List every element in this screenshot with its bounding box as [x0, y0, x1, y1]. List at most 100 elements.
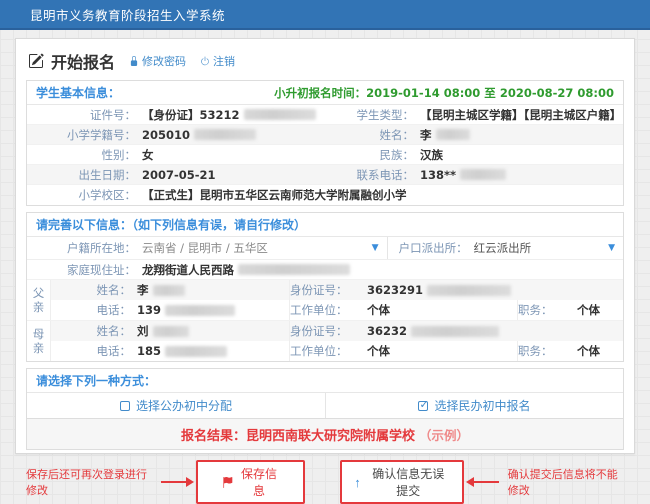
info-row-studentid: 小学学籍号： 205010 姓名： 李: [27, 125, 623, 145]
logout-label: 注销: [213, 53, 235, 69]
father-work-field[interactable]: 个体: [367, 300, 517, 320]
mother-work-field[interactable]: 个体: [367, 341, 517, 361]
topbar: 昆明市义务教育阶段招生入学系统: [0, 0, 650, 30]
field-label: 工作单位：: [289, 300, 367, 320]
submit-hint: 确认提交后信息将不能修改: [508, 466, 624, 498]
field-value: 李: [420, 127, 470, 143]
save-hint: 保存后还可再次登录进行修改: [26, 466, 152, 498]
option-private-middle-school[interactable]: 选择民办初中报名: [325, 393, 623, 418]
complete-info-header: 请完善以下信息：（如下列信息有误，请自行修改）: [27, 213, 623, 237]
redacted-value: [427, 285, 511, 296]
police-value: 红云派出所: [474, 240, 532, 256]
save-button[interactable]: 保存信息: [196, 460, 305, 504]
field-label: 小学学籍号：: [27, 127, 142, 143]
flag-icon: [222, 477, 233, 488]
address-row: 家庭现住址： 龙翔街道人民西路: [27, 260, 623, 280]
field-label: 民族：: [325, 147, 420, 163]
complete-info-section: 请完善以下信息：（如下列信息有误，请自行修改） 户籍所在地： 云南省 / 昆明市…: [26, 212, 624, 362]
address-field[interactable]: 龙翔街道人民西路: [142, 262, 350, 278]
checkbox-empty-icon: [120, 401, 130, 411]
field-value: 205010: [142, 128, 256, 142]
student-info-section: 学生基本信息： 小升初报名时间：2019-01-14 08:00 至 2020-…: [26, 80, 624, 206]
field-label: 证件号：: [27, 107, 142, 123]
change-password-link[interactable]: 修改密码: [129, 53, 186, 69]
main-panel: 开始报名 修改密码 注销 学生基本信息： 小升初报名时间：2019-01-14 …: [15, 38, 635, 454]
arrow-up-icon: ↑: [354, 475, 361, 490]
field-value: 【正式生】昆明市五华区云南师范大学附属融创小学: [142, 187, 407, 203]
father-duty-field[interactable]: 个体: [577, 300, 623, 320]
father-block: 父亲 姓名： 李 身份证号： 3623291 电话： 139 工作单位： 个体 …: [27, 280, 623, 321]
field-label: 学生类型：: [325, 107, 420, 123]
edit-icon: [28, 53, 44, 69]
redacted-value: [411, 326, 499, 337]
checkbox-checked-icon: [418, 401, 428, 411]
father-name-field[interactable]: 李: [137, 280, 289, 300]
arrow-right-icon: [161, 481, 187, 483]
submit-button-label: 确认信息无误提交: [367, 465, 450, 499]
field-label: 姓名：: [325, 127, 420, 143]
mother-name-field[interactable]: 刘: [137, 321, 289, 341]
mother-row-1: 姓名： 刘 身份证号： 36232: [51, 321, 623, 341]
field-value: 2007-05-21: [142, 168, 216, 182]
field-label: 户口派出所：: [388, 240, 474, 256]
field-label: 身份证号：: [289, 280, 367, 300]
complete-info-title: 请完善以下信息：（如下列信息有误，请自行修改）: [36, 216, 306, 233]
father-phone-field[interactable]: 139: [137, 300, 289, 320]
field-label: 出生日期：: [27, 167, 142, 183]
field-label: 性别：: [27, 147, 142, 163]
redacted-value: [244, 109, 316, 120]
info-row-school: 小学校区： 【正式生】昆明市五华区云南师范大学附属融创小学: [27, 185, 623, 205]
mother-duty-field[interactable]: 个体: [577, 341, 623, 361]
field-label: 姓名：: [51, 282, 137, 298]
father-group-label: 父亲: [27, 280, 51, 320]
field-value: 汉族: [420, 147, 443, 163]
field-value: 138**: [420, 168, 506, 182]
hukou-value: 云南省 / 昆明市 / 五华区: [142, 240, 268, 256]
option-public-middle-school[interactable]: 选择公办初中分配: [27, 393, 325, 418]
student-info-title: 学生基本信息：: [36, 84, 120, 101]
student-info-header: 学生基本信息： 小升初报名时间：2019-01-14 08:00 至 2020-…: [27, 81, 623, 105]
result-text: 报名结果：昆明西南联大研究院附属学校: [181, 425, 415, 444]
result-banner: 报名结果：昆明西南联大研究院附属学校 （示例）: [27, 418, 623, 449]
logout-link[interactable]: 注销: [200, 53, 235, 69]
lock-icon: [129, 56, 139, 66]
field-label: 职务：: [517, 341, 577, 361]
mother-group-label: 母亲: [27, 321, 51, 361]
option-public-label: 选择公办初中分配: [136, 397, 232, 414]
field-value: 女: [142, 147, 154, 163]
father-id-field[interactable]: 3623291: [367, 280, 623, 300]
select-row: 户籍所在地： 云南省 / 昆明市 / 五华区 ▼ 户口派出所： 红云派出所 ▼: [27, 237, 623, 260]
info-row-gender: 性别： 女 民族： 汉族: [27, 145, 623, 165]
field-label: 家庭现住址：: [27, 262, 142, 278]
option-private-label: 选择民办初中报名: [434, 397, 530, 414]
field-label: 小学校区：: [27, 187, 142, 203]
mother-id-field[interactable]: 36232: [367, 321, 623, 341]
mother-phone-field[interactable]: 185: [137, 341, 289, 361]
field-label: 户籍所在地：: [27, 240, 142, 256]
redacted-value: [460, 169, 506, 180]
deadline-text: 小升初报名时间：2019-01-14 08:00 至 2020-08-27 08…: [274, 85, 614, 101]
chevron-down-icon: ▼: [372, 243, 379, 253]
police-select[interactable]: 户口派出所： 红云派出所 ▼: [388, 237, 623, 259]
field-value: 【昆明主城区学籍】【昆明主城区户籍】: [420, 107, 621, 123]
arrow-left-icon: [473, 481, 499, 483]
info-row-idnumber: 证件号： 【身份证】53212 学生类型： 【昆明主城区学籍】【昆明主城区户籍】: [27, 105, 623, 125]
redacted-value: [238, 264, 350, 275]
page-title-label: 开始报名: [51, 49, 115, 73]
field-label: 电话：: [51, 302, 137, 318]
field-label: 职务：: [517, 300, 577, 320]
redacted-value: [153, 285, 185, 296]
hukou-select[interactable]: 户籍所在地： 云南省 / 昆明市 / 五华区 ▼: [27, 237, 388, 259]
change-password-label: 修改密码: [142, 53, 186, 69]
submit-button[interactable]: ↑ 确认信息无误提交: [340, 460, 464, 504]
panel-header: 开始报名 修改密码 注销: [26, 45, 624, 80]
power-icon: [200, 56, 210, 66]
redacted-value: [194, 129, 256, 140]
action-bar: 保存后还可再次登录进行修改 保存信息 ↑ 确认信息无误提交 确认提交后信息将不能…: [26, 456, 624, 504]
field-label: 工作单位：: [289, 341, 367, 361]
father-row-2: 电话： 139 工作单位： 个体 职务： 个体: [51, 300, 623, 320]
choice-title: 请选择下列一种方式：: [36, 372, 156, 389]
save-button-label: 保存信息: [239, 465, 279, 499]
mother-row-2: 电话： 185 工作单位： 个体 职务： 个体: [51, 341, 623, 361]
app-title: 昆明市义务教育阶段招生入学系统: [30, 5, 225, 24]
